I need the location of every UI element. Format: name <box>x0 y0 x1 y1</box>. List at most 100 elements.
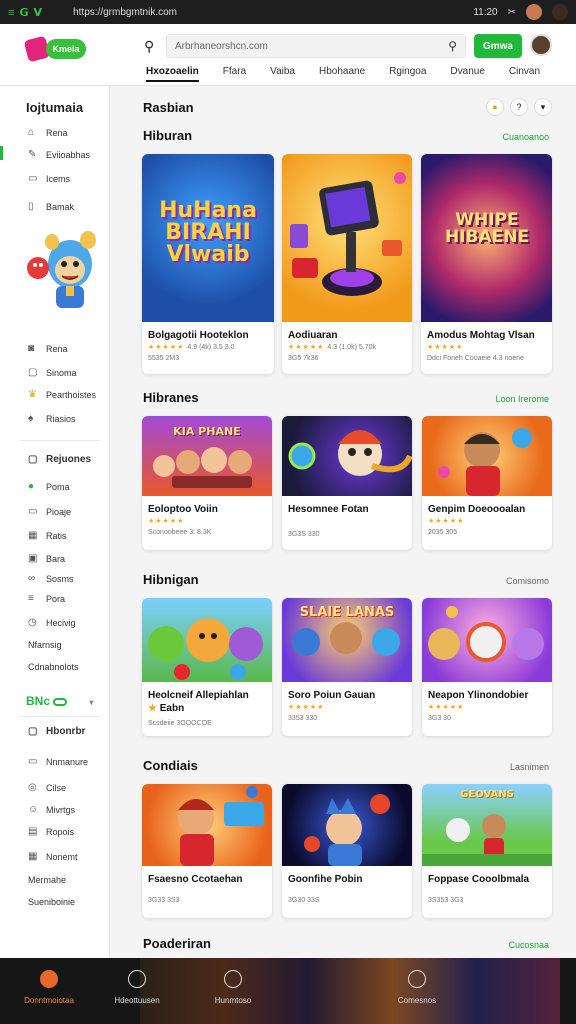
bottom-nav-item-0[interactable]: Donntmoiotaa <box>14 970 84 1005</box>
game-card[interactable]: SLAIE LANAS Soro Poiun Gauan ★★★★★ 3353 … <box>282 598 412 736</box>
game-card[interactable]: WHIPE HIBAENE Amodus Mohtag Vlsan ★★★★★ … <box>421 154 552 374</box>
game-meta: 3353 330 <box>288 715 318 722</box>
game-card[interactable]: Aodiuaran ★★★★★ 4.3 (1.0k) 5.70k 3G5 7k36 <box>282 154 412 374</box>
sidebar-item-23[interactable]: Sueniboinie <box>28 897 75 907</box>
user-avatar[interactable] <box>530 34 552 56</box>
sidebar-item-7[interactable]: ♠ Riasios <box>28 414 76 425</box>
game-thumbnail[interactable] <box>422 416 552 496</box>
list-icon: ▤ <box>28 826 38 837</box>
sidebar-section2-title[interactable]: ▢ Rejuones <box>28 454 91 465</box>
sidebar-item-0[interactable]: ⌂ Rena <box>28 127 68 139</box>
sidebar-item-20[interactable]: ▤ Ropois <box>28 826 74 838</box>
section-title-4: Condiais <box>143 758 198 773</box>
game-name: Eoloptoo Voiin <box>148 504 218 515</box>
sidebar-active-indicator <box>0 146 3 160</box>
sidebar-item-14[interactable]: ◷ Hecivig <box>28 618 76 629</box>
game-thumbnail[interactable]: HuHana BIRAHI Vlwaib <box>142 154 274 322</box>
chevron-down-icon[interactable]: ▾ <box>89 698 93 707</box>
sidebar-item-15[interactable]: Nfarnsig <box>28 640 62 650</box>
sidebar-item-5[interactable]: ▢ Sinoma <box>28 367 77 379</box>
game-card[interactable]: HuHana BIRAHI Vlwaib Bolgagotii Hooteklo… <box>142 154 274 374</box>
game-card[interactable]: Neapon Ylinondobier ★★★★★ 3G3 30 <box>422 598 552 736</box>
sidebar-item-22[interactable]: Mermahe <box>28 875 66 885</box>
bottom-nav-item-3[interactable]: Comesnos <box>382 970 452 1005</box>
status-url[interactable]: https://grmbgmtnik.com <box>73 7 473 18</box>
game-card[interactable]: GEOVANS Foppase Cooolbmala 3S353 3G3 <box>422 784 552 918</box>
game-thumbnail[interactable] <box>282 416 412 496</box>
search-icon[interactable]: ⚲ <box>144 38 154 55</box>
bottom-nav-item-1[interactable]: Hdeottuusen <box>102 970 172 1005</box>
section-title-3: Hibnigan <box>143 572 199 587</box>
game-thumbnail[interactable] <box>282 154 412 322</box>
section-link-4[interactable]: Lasnimen <box>510 762 549 772</box>
sidebar-item-3[interactable]: ▯ Bamak <box>28 201 74 213</box>
game-thumbnail[interactable] <box>142 598 272 682</box>
crown-icon: ♛ <box>28 389 37 400</box>
section-link-1[interactable]: Cuanoanoo <box>502 132 549 142</box>
nav-tab-5[interactable]: Dvanue <box>450 66 484 82</box>
search-input[interactable]: Arbrhaneorshcn.com ⚲ <box>166 34 466 58</box>
primary-cta-button[interactable]: Gmwa <box>474 34 522 58</box>
game-thumbnail[interactable]: SLAIE LANAS <box>282 598 412 682</box>
game-thumbnail[interactable] <box>422 598 552 682</box>
link-icon: ∞ <box>28 573 36 584</box>
nav-tab-2[interactable]: Vaiba <box>270 66 295 82</box>
game-card[interactable]: Fsaesno Ccotaehan 3G33 3S3 <box>142 784 272 918</box>
sidebar-item-17[interactable]: ▭ Nnmanure <box>28 757 88 768</box>
chevron-down-icon[interactable]: ▾ <box>534 98 552 116</box>
sidebar-item-10[interactable]: ▦ Ratis <box>28 531 67 542</box>
sidebar-item-11[interactable]: ▣ Bara <box>28 554 65 565</box>
sidebar-item-16[interactable]: Cdnabnolots <box>28 662 79 672</box>
game-card[interactable]: Heolcneif Allepiahlan ★ Eabn Scsdeiie 3O… <box>142 598 272 736</box>
game-thumbnail[interactable] <box>282 784 412 866</box>
sidebar-item-9[interactable]: ▭ Pioaje <box>28 507 71 518</box>
sidebar-item-13[interactable]: ≡ Pora <box>28 594 65 605</box>
camera-icon: ◙ <box>28 343 35 354</box>
nav-tab-6[interactable]: Cinvan <box>509 66 540 82</box>
sidebar-section3-title[interactable]: ▢ Hbonrbr <box>28 726 85 737</box>
sidebar-item-18[interactable]: ◎ Cilse <box>28 783 66 794</box>
nav-tab-4[interactable]: Rgingoa <box>389 66 426 82</box>
game-name: Bolgagotii Hooteklon <box>148 330 249 341</box>
sidebar-title: Iojtumaia <box>26 100 84 115</box>
section-link-3[interactable]: Comisomo <box>506 576 549 586</box>
sidebar-green-label[interactable]: BNc ▾ <box>26 694 93 708</box>
game-thumbnail[interactable]: WHIPE HIBAENE <box>421 154 552 322</box>
sidebar-item-19[interactable]: ☺ Mivrtgs <box>28 805 75 816</box>
game-name-line2: ★ Eabn <box>148 703 185 714</box>
help-icon[interactable]: ? <box>510 98 528 116</box>
game-card[interactable]: Genpim Doeoooalan ★★★★★ 2035 305 <box>422 416 552 550</box>
sidebar-item-2[interactable]: ▭ Icems <box>28 173 70 185</box>
sidebar-item-6[interactable]: ♛ Pearthoistes <box>28 389 96 401</box>
section-link-2[interactable]: Loon Irerome <box>495 394 549 404</box>
game-thumbnail[interactable]: KIA PHANE <box>142 416 272 496</box>
game-meta: 3G5 7k36 <box>288 355 319 362</box>
status-profile[interactable] <box>552 4 568 20</box>
bookmark-icon: ▯ <box>28 201 34 212</box>
nav-tab-1[interactable]: Ffara <box>223 66 246 82</box>
sidebar-item-12[interactable]: ∞ Sosms <box>28 573 74 585</box>
magnifier-icon[interactable]: ⚲ <box>448 39 457 53</box>
sidebar-item-8[interactable]: ● Poma <box>28 482 70 493</box>
status-time: 11:20 <box>473 6 498 18</box>
game-card[interactable]: Goonfihe Pobin 3G30 33S <box>282 784 412 918</box>
section-link-5[interactable]: Cucosnaa <box>508 940 549 950</box>
share-icon[interactable]: ✂ <box>508 7 516 18</box>
game-card[interactable]: Hesomnee Fotan 3G3S 330 <box>282 416 412 550</box>
game-thumbnail[interactable] <box>142 784 272 866</box>
monsters-illustration <box>148 618 263 680</box>
nav-tab-3[interactable]: Hbohaane <box>319 66 365 82</box>
nav-tab-0[interactable]: Hxozoaelin <box>146 66 199 82</box>
calendar-icon: ▭ <box>28 173 38 184</box>
sidebar-item-1[interactable]: ✎ Eviioabhas <box>28 150 90 161</box>
sidebar-item-4[interactable]: ◙ Rena <box>28 343 68 355</box>
chat-icon: ▢ <box>28 367 38 378</box>
app-logo[interactable]: Kmeia <box>23 35 86 63</box>
game-card[interactable]: KIA PHANE Eoloptoo Voiin ★★★★★ Sconoobee… <box>142 416 272 550</box>
coin-icon[interactable]: ● <box>486 98 504 116</box>
home-icon: ⌂ <box>28 127 35 138</box>
bottom-nav-item-2[interactable]: Hunmtoso <box>198 970 268 1005</box>
status-avatar[interactable] <box>526 4 542 20</box>
game-thumbnail[interactable]: GEOVANS <box>422 784 552 866</box>
sidebar-item-21[interactable]: ▦ Nonemt <box>28 852 78 863</box>
